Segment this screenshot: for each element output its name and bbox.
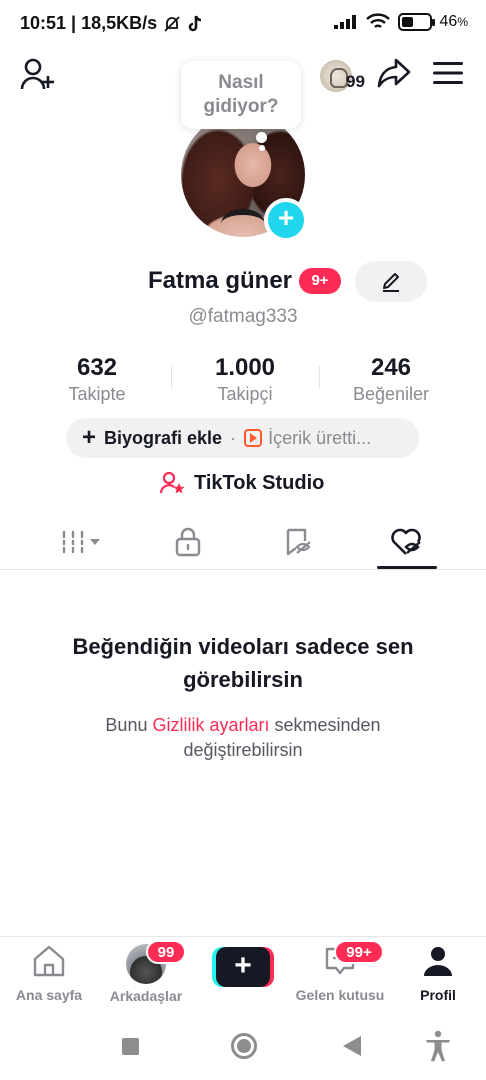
share-icon[interactable] <box>376 56 412 90</box>
status-time-speed: 10:51 | 18,5KB/s <box>20 13 158 33</box>
empty-title-line2: görebilirsin <box>183 667 303 692</box>
friends-badge: 99 <box>146 940 186 964</box>
status-right: 46% <box>333 13 468 31</box>
bell-muted-icon <box>164 15 180 32</box>
content-creator-icon <box>244 429 263 447</box>
profile-name: Fatma güner <box>148 267 293 294</box>
back-icon[interactable] <box>343 1036 361 1056</box>
empty-state-subtitle: Bunu Gizlilik ayarları sekmesinden değiş… <box>60 713 426 763</box>
plus-icon: + <box>82 424 97 451</box>
nav-profile[interactable]: Profil <box>393 944 483 1003</box>
bookmark-hidden-icon <box>286 528 311 556</box>
stat-divider <box>171 366 172 388</box>
status-bubble[interactable]: Nasıl gidiyor? <box>181 61 301 129</box>
battery-value: 46 <box>439 13 458 30</box>
empty-state-title: Beğendiğin videoları sadece sen görebili… <box>30 630 456 696</box>
nav-inbox-label: Gelen kutusu <box>295 987 385 1003</box>
status-left: 10:51 | 18,5KB/s <box>20 13 203 34</box>
privacy-settings-link[interactable]: Gizlilik ayarları <box>152 715 269 735</box>
tiktok-studio-link[interactable]: TikTok Studio <box>160 471 324 495</box>
empty-sub-prefix: Bunu <box>105 715 153 735</box>
home-system-icon[interactable] <box>231 1033 257 1059</box>
heart-hidden-icon <box>391 528 421 555</box>
battery-icon <box>397 13 435 31</box>
tab-private[interactable] <box>158 520 218 564</box>
empty-sub-mid: sekmesinden <box>269 715 381 735</box>
name-badge[interactable]: 9+ <box>299 268 341 294</box>
tab-videos[interactable] <box>53 520 113 564</box>
stat-followers-value: 1.000 <box>214 354 276 381</box>
active-tab-indicator <box>377 566 437 569</box>
tab-liked[interactable] <box>377 520 437 564</box>
battery-percent: 46% <box>440 13 468 31</box>
content-creator-label: İçerik üretti... <box>268 427 372 448</box>
bubble-tail-dot-small <box>259 145 265 151</box>
add-photo-button[interactable]: + <box>264 198 308 242</box>
nav-friends-label: Arkadaşlar <box>109 988 183 1004</box>
menu-icon[interactable] <box>432 60 464 86</box>
create-plus-icon: + <box>216 947 270 987</box>
tabs-divider <box>0 569 486 570</box>
bio-separator: · <box>230 427 237 448</box>
signal-icon <box>333 15 356 29</box>
recents-icon[interactable] <box>122 1038 139 1055</box>
battery-fill <box>401 17 414 27</box>
bubble-tail-dot <box>256 132 267 143</box>
studio-label: TikTok Studio <box>194 471 325 494</box>
add-bio-label: Biyografi ekle <box>104 427 223 448</box>
grid-icon <box>62 530 100 554</box>
stat-followers-label: Takipçi <box>217 384 273 404</box>
stat-divider <box>319 366 320 388</box>
empty-sub-line2: değiştirebilirsin <box>183 740 303 760</box>
studio-icon <box>160 471 185 494</box>
battery-unit: % <box>457 15 468 29</box>
stat-following-label: Takipte <box>68 384 126 404</box>
profile-views-count: 99 <box>346 72 365 91</box>
chevron-down-icon <box>90 539 100 545</box>
stat-following[interactable]: 632 Takipte <box>27 354 167 405</box>
tiktok-notification-icon <box>188 15 202 31</box>
nav-home-label: Ana sayfa <box>15 987 83 1003</box>
avatar-detail <box>221 209 265 237</box>
empty-sub-line1: Bunu Gizlilik ayarları sekmesinden <box>60 713 426 738</box>
empty-title-line1: Beğendiğin videoları sadece sen <box>72 634 414 659</box>
profile-icon <box>424 947 452 976</box>
create-button[interactable]: + <box>212 947 274 987</box>
pencil-icon <box>383 272 399 292</box>
stat-following-value: 632 <box>76 354 118 381</box>
nav-home[interactable]: Ana sayfa <box>4 944 94 1003</box>
stat-likes-label: Beğeniler <box>352 384 430 404</box>
status-bar: 10:51 | 18,5KB/s 46% <box>0 0 486 48</box>
stat-likes-value: 246 <box>370 354 412 381</box>
nav-profile-label: Profil <box>420 987 456 1003</box>
lock-icon <box>175 527 201 557</box>
bubble-line1: Nasıl <box>218 72 264 93</box>
accessibility-icon[interactable] <box>424 1030 452 1062</box>
bio-pill[interactable]: + Biyografi ekle · İçerik üretti... <box>66 418 419 458</box>
home-icon <box>33 945 65 977</box>
system-nav-bar <box>0 1026 486 1066</box>
edit-profile-button[interactable] <box>355 261 427 302</box>
add-friend-icon[interactable] <box>20 58 56 92</box>
tab-saved[interactable] <box>268 520 328 564</box>
bubble-line2: gidiyor? <box>203 96 279 117</box>
stat-followers[interactable]: 1.000 Takipçi <box>175 354 315 405</box>
wifi-icon <box>365 13 390 28</box>
bottom-nav-divider <box>0 936 486 937</box>
profile-handle: @fatmag333 <box>188 306 298 327</box>
stat-likes[interactable]: 246 Beğeniler <box>321 354 461 405</box>
inbox-badge: 99+ <box>334 940 384 964</box>
